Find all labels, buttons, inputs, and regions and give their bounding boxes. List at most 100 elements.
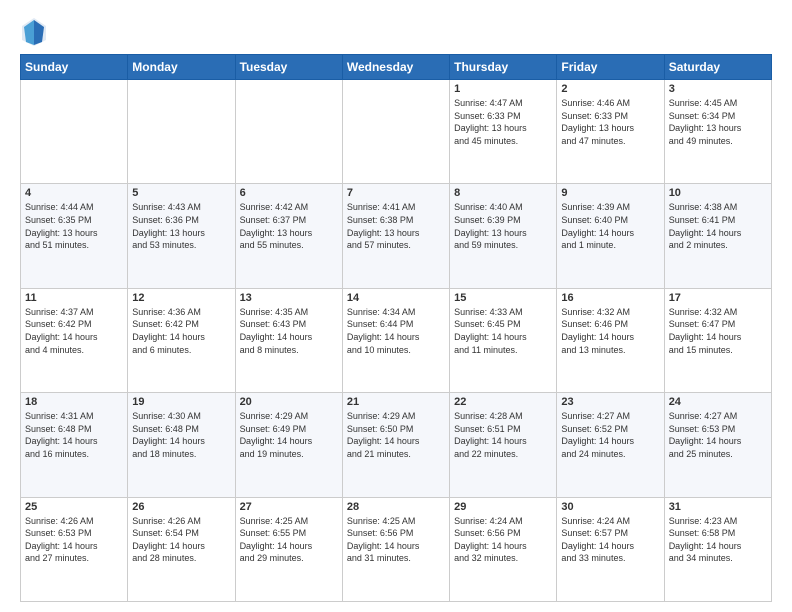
day-cell: 18 Sunrise: 4:31 AM Sunset: 6:48 PM Dayli… bbox=[21, 393, 128, 497]
weekday-header-wednesday: Wednesday bbox=[342, 55, 449, 80]
day-cell: 1 Sunrise: 4:47 AM Sunset: 6:33 PM Daylig… bbox=[450, 80, 557, 184]
day-cell: 25Sunrise: 4:26 AM Sunset: 6:53 PM Dayli… bbox=[21, 497, 128, 601]
week-row-4: 18 Sunrise: 4:31 AM Sunset: 6:48 PM Dayli… bbox=[21, 393, 772, 497]
day-number: 3 bbox=[669, 83, 767, 95]
weekday-header-thursday: Thursday bbox=[450, 55, 557, 80]
weekday-header-tuesday: Tuesday bbox=[235, 55, 342, 80]
day-info: Sunrise: 4:27 AM Sunset: 6:52 PM Dayligh… bbox=[561, 410, 659, 460]
day-info: Sunrise: 4:39 AM Sunset: 6:40 PM Dayligh… bbox=[561, 201, 659, 251]
week-row-2: 4 Sunrise: 4:44 AM Sunset: 6:35 PM Daylig… bbox=[21, 184, 772, 288]
day-number: 27 bbox=[240, 501, 338, 513]
day-cell: 4 Sunrise: 4:44 AM Sunset: 6:35 PM Daylig… bbox=[21, 184, 128, 288]
day-info: Sunrise: 4:23 AM Sunset: 6:58 PM Dayligh… bbox=[669, 515, 767, 565]
day-info: Sunrise: 4:44 AM Sunset: 6:35 PM Dayligh… bbox=[25, 201, 123, 251]
day-info: Sunrise: 4:30 AM Sunset: 6:48 PM Dayligh… bbox=[132, 410, 230, 460]
weekday-header-saturday: Saturday bbox=[664, 55, 771, 80]
header bbox=[20, 16, 772, 46]
day-cell bbox=[128, 80, 235, 184]
day-info: Sunrise: 4:33 AM Sunset: 6:45 PM Dayligh… bbox=[454, 306, 552, 356]
day-number: 17 bbox=[669, 292, 767, 304]
day-cell bbox=[235, 80, 342, 184]
weekday-header-monday: Monday bbox=[128, 55, 235, 80]
day-info: Sunrise: 4:26 AM Sunset: 6:53 PM Dayligh… bbox=[25, 515, 123, 565]
day-number: 9 bbox=[561, 187, 659, 199]
day-number: 20 bbox=[240, 396, 338, 408]
day-cell: 24 Sunrise: 4:27 AM Sunset: 6:53 PM Dayli… bbox=[664, 393, 771, 497]
weekday-header-sunday: Sunday bbox=[21, 55, 128, 80]
day-cell: 20Sunrise: 4:29 AM Sunset: 6:49 PM Dayli… bbox=[235, 393, 342, 497]
day-cell: 11 Sunrise: 4:37 AM Sunset: 6:42 PM Dayli… bbox=[21, 288, 128, 392]
weekday-header-row: SundayMondayTuesdayWednesdayThursdayFrid… bbox=[21, 55, 772, 80]
day-number: 8 bbox=[454, 187, 552, 199]
day-info: Sunrise: 4:46 AM Sunset: 6:33 PM Dayligh… bbox=[561, 97, 659, 147]
day-number: 19 bbox=[132, 396, 230, 408]
day-info: Sunrise: 4:31 AM Sunset: 6:48 PM Dayligh… bbox=[25, 410, 123, 460]
day-number: 18 bbox=[25, 396, 123, 408]
day-cell bbox=[21, 80, 128, 184]
day-info: Sunrise: 4:34 AM Sunset: 6:44 PM Dayligh… bbox=[347, 306, 445, 356]
day-cell: 23 Sunrise: 4:27 AM Sunset: 6:52 PM Dayli… bbox=[557, 393, 664, 497]
day-cell: 15 Sunrise: 4:33 AM Sunset: 6:45 PM Dayli… bbox=[450, 288, 557, 392]
day-info: Sunrise: 4:41 AM Sunset: 6:38 PM Dayligh… bbox=[347, 201, 445, 251]
day-cell: 30 Sunrise: 4:24 AM Sunset: 6:57 PM Dayli… bbox=[557, 497, 664, 601]
day-cell: 22Sunrise: 4:28 AM Sunset: 6:51 PM Dayli… bbox=[450, 393, 557, 497]
day-info: Sunrise: 4:29 AM Sunset: 6:50 PM Dayligh… bbox=[347, 410, 445, 460]
logo bbox=[20, 16, 48, 46]
day-cell: 31 Sunrise: 4:23 AM Sunset: 6:58 PM Dayli… bbox=[664, 497, 771, 601]
day-cell: 3 Sunrise: 4:45 AM Sunset: 6:34 PM Daylig… bbox=[664, 80, 771, 184]
day-number: 5 bbox=[132, 187, 230, 199]
day-info: Sunrise: 4:43 AM Sunset: 6:36 PM Dayligh… bbox=[132, 201, 230, 251]
day-number: 6 bbox=[240, 187, 338, 199]
day-number: 12 bbox=[132, 292, 230, 304]
day-info: Sunrise: 4:24 AM Sunset: 6:56 PM Dayligh… bbox=[454, 515, 552, 565]
day-number: 29 bbox=[454, 501, 552, 513]
day-info: Sunrise: 4:28 AM Sunset: 6:51 PM Dayligh… bbox=[454, 410, 552, 460]
weekday-header-friday: Friday bbox=[557, 55, 664, 80]
page: SundayMondayTuesdayWednesdayThursdayFrid… bbox=[0, 0, 792, 612]
day-number: 31 bbox=[669, 501, 767, 513]
day-cell: 14 Sunrise: 4:34 AM Sunset: 6:44 PM Dayli… bbox=[342, 288, 449, 392]
day-cell: 8 Sunrise: 4:40 AM Sunset: 6:39 PM Daylig… bbox=[450, 184, 557, 288]
week-row-3: 11 Sunrise: 4:37 AM Sunset: 6:42 PM Dayli… bbox=[21, 288, 772, 392]
day-info: Sunrise: 4:24 AM Sunset: 6:57 PM Dayligh… bbox=[561, 515, 659, 565]
day-cell: 16Sunrise: 4:32 AM Sunset: 6:46 PM Dayli… bbox=[557, 288, 664, 392]
day-cell: 10Sunrise: 4:38 AM Sunset: 6:41 PM Dayli… bbox=[664, 184, 771, 288]
day-cell: 17 Sunrise: 4:32 AM Sunset: 6:47 PM Dayli… bbox=[664, 288, 771, 392]
day-info: Sunrise: 4:40 AM Sunset: 6:39 PM Dayligh… bbox=[454, 201, 552, 251]
day-cell: 12 Sunrise: 4:36 AM Sunset: 6:42 PM Dayli… bbox=[128, 288, 235, 392]
day-info: Sunrise: 4:26 AM Sunset: 6:54 PM Dayligh… bbox=[132, 515, 230, 565]
day-cell: 7Sunrise: 4:41 AM Sunset: 6:38 PM Daylig… bbox=[342, 184, 449, 288]
day-info: Sunrise: 4:42 AM Sunset: 6:37 PM Dayligh… bbox=[240, 201, 338, 251]
day-cell: 9 Sunrise: 4:39 AM Sunset: 6:40 PM Daylig… bbox=[557, 184, 664, 288]
day-number: 13 bbox=[240, 292, 338, 304]
day-number: 11 bbox=[25, 292, 123, 304]
day-cell: 5 Sunrise: 4:43 AM Sunset: 6:36 PM Daylig… bbox=[128, 184, 235, 288]
day-info: Sunrise: 4:25 AM Sunset: 6:55 PM Dayligh… bbox=[240, 515, 338, 565]
day-number: 1 bbox=[454, 83, 552, 95]
day-cell: 27 Sunrise: 4:25 AM Sunset: 6:55 PM Dayli… bbox=[235, 497, 342, 601]
day-number: 23 bbox=[561, 396, 659, 408]
day-cell: 26 Sunrise: 4:26 AM Sunset: 6:54 PM Dayli… bbox=[128, 497, 235, 601]
day-number: 2 bbox=[561, 83, 659, 95]
day-cell: 21Sunrise: 4:29 AM Sunset: 6:50 PM Dayli… bbox=[342, 393, 449, 497]
day-number: 15 bbox=[454, 292, 552, 304]
day-cell: 29 Sunrise: 4:24 AM Sunset: 6:56 PM Dayli… bbox=[450, 497, 557, 601]
day-number: 26 bbox=[132, 501, 230, 513]
day-info: Sunrise: 4:45 AM Sunset: 6:34 PM Dayligh… bbox=[669, 97, 767, 147]
day-cell: 2 Sunrise: 4:46 AM Sunset: 6:33 PM Daylig… bbox=[557, 80, 664, 184]
day-number: 28 bbox=[347, 501, 445, 513]
day-info: Sunrise: 4:32 AM Sunset: 6:47 PM Dayligh… bbox=[669, 306, 767, 356]
day-info: Sunrise: 4:47 AM Sunset: 6:33 PM Dayligh… bbox=[454, 97, 552, 147]
day-info: Sunrise: 4:38 AM Sunset: 6:41 PM Dayligh… bbox=[669, 201, 767, 251]
day-info: Sunrise: 4:37 AM Sunset: 6:42 PM Dayligh… bbox=[25, 306, 123, 356]
day-number: 24 bbox=[669, 396, 767, 408]
day-number: 4 bbox=[25, 187, 123, 199]
day-info: Sunrise: 4:36 AM Sunset: 6:42 PM Dayligh… bbox=[132, 306, 230, 356]
day-number: 14 bbox=[347, 292, 445, 304]
day-number: 30 bbox=[561, 501, 659, 513]
week-row-1: 1 Sunrise: 4:47 AM Sunset: 6:33 PM Daylig… bbox=[21, 80, 772, 184]
day-info: Sunrise: 4:27 AM Sunset: 6:53 PM Dayligh… bbox=[669, 410, 767, 460]
day-cell: 13 Sunrise: 4:35 AM Sunset: 6:43 PM Dayli… bbox=[235, 288, 342, 392]
day-info: Sunrise: 4:35 AM Sunset: 6:43 PM Dayligh… bbox=[240, 306, 338, 356]
logo-icon bbox=[20, 16, 44, 46]
